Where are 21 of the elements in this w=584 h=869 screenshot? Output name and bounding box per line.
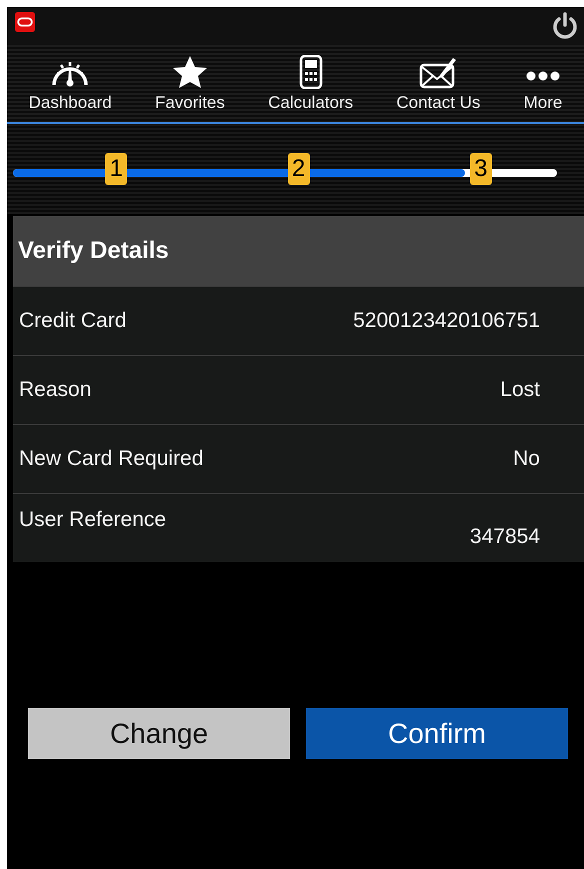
change-button[interactable]: Change xyxy=(28,708,290,759)
detail-value: No xyxy=(513,447,540,471)
detail-label: New Card Required xyxy=(19,447,204,471)
step-marker: 3 xyxy=(470,153,492,185)
detail-label: Credit Card xyxy=(19,309,126,333)
nav-tab[interactable]: More xyxy=(520,45,566,122)
nav-tab[interactable]: Dashboard xyxy=(24,45,116,122)
confirm-button[interactable]: Confirm xyxy=(306,708,568,759)
step-marker: 2 xyxy=(288,153,310,185)
detail-value: 347854 xyxy=(470,525,540,549)
logo-icon xyxy=(15,12,35,32)
detail-label: User Reference xyxy=(19,508,166,532)
detail-label: Reason xyxy=(19,378,92,402)
step-marker: 1 xyxy=(105,153,128,185)
nav-tab[interactable]: Favorites xyxy=(150,45,229,122)
section-title: Verify Details xyxy=(18,237,169,265)
detail-value: 5200123420106751 xyxy=(353,309,540,333)
nav-tab[interactable]: Contact Us xyxy=(392,45,484,122)
nav-tab[interactable]: Calculators xyxy=(264,45,358,122)
more-icon xyxy=(526,70,560,80)
detail-value: Lost xyxy=(500,378,540,402)
